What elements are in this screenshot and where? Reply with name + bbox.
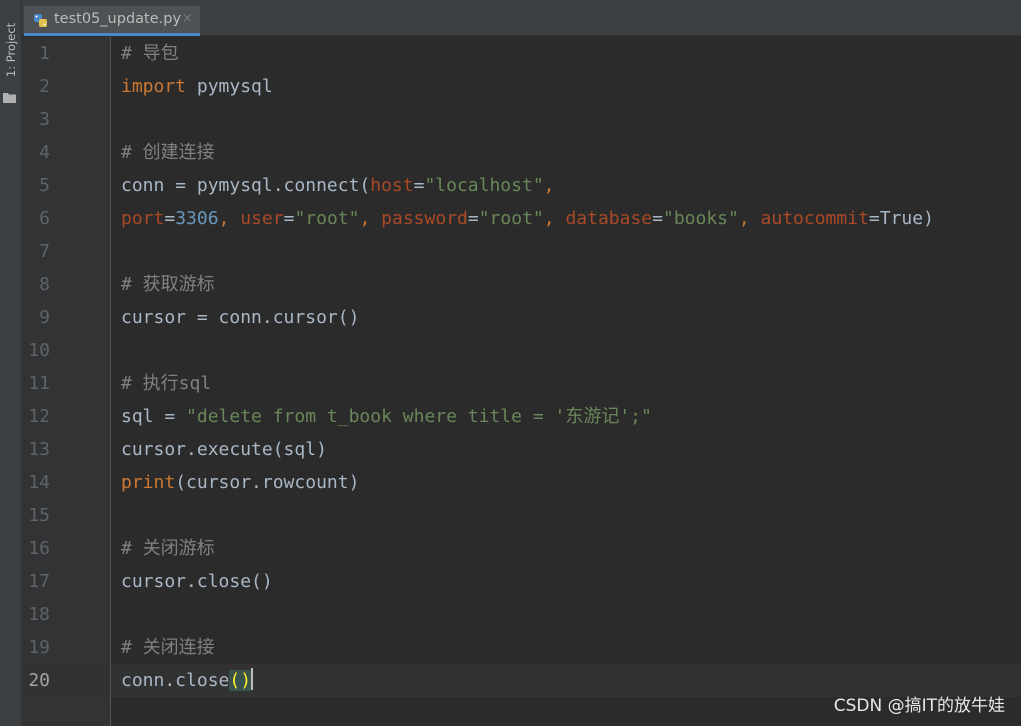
code-line-5[interactable]: conn = pymysql.connect(host="localhost",: [111, 169, 1021, 202]
operator: =: [283, 208, 295, 229]
code-text: conn = pymysql.connect(: [121, 175, 371, 196]
project-tool-window-button[interactable]: 1: Project: [0, 8, 21, 103]
code-line-1[interactable]: # 导包: [111, 37, 1021, 70]
number-port: 3306: [175, 208, 219, 229]
close-paren: ): [923, 208, 934, 229]
operator: =: [868, 208, 880, 229]
code-line-11[interactable]: # 执行sql: [111, 367, 1021, 400]
param-port: port: [121, 208, 165, 229]
folder-icon: [3, 93, 16, 103]
line-number: 10: [28, 340, 50, 361]
value-true: True: [879, 208, 924, 229]
builtin-print: print: [121, 472, 176, 493]
keyword-import: import: [121, 76, 187, 97]
line-number: 15: [28, 505, 50, 526]
code-line-14[interactable]: print(cursor.rowcount): [111, 466, 1021, 499]
line-number: 8: [39, 274, 50, 295]
matched-parens: (): [229, 670, 252, 691]
param-autocommit: autocommit: [760, 208, 869, 229]
line-number: 14: [28, 472, 50, 493]
code-line-4[interactable]: # 创建连接: [111, 136, 1021, 169]
line-number: 11: [28, 373, 50, 394]
code-line-2[interactable]: import pymysql: [111, 70, 1021, 103]
tab-title: test05_update.py: [54, 11, 182, 27]
editor-tab-bar: test05_update.py ×: [22, 0, 1021, 36]
line-number: 7: [39, 241, 50, 262]
line-number: 3: [39, 109, 50, 130]
code-text: cursor.execute(sql): [121, 439, 327, 460]
string-database: "books": [662, 208, 739, 229]
code-line-13[interactable]: cursor.execute(sql): [111, 433, 1021, 466]
code-line-3[interactable]: [111, 103, 1021, 136]
line-number: 2: [39, 76, 50, 97]
code-line-6[interactable]: port=3306, user="root", password="root",…: [111, 202, 1021, 235]
code-line-17[interactable]: cursor.close(): [111, 565, 1021, 598]
code-text: (cursor.rowcount): [175, 472, 360, 493]
code-editor[interactable]: # 导包 import pymysql # 创建连接 conn = pymysq…: [111, 37, 1021, 726]
code-text: conn.close: [121, 670, 230, 691]
close-tab-icon[interactable]: ×: [182, 11, 193, 26]
comment: # 执行sql: [121, 373, 212, 394]
comma: ,: [359, 208, 382, 229]
python-file-icon: [34, 14, 47, 27]
param-database: database: [565, 208, 653, 229]
watermark: CSDN @搞IT的放牛娃: [833, 696, 1005, 716]
tab-test05-update[interactable]: test05_update.py ×: [24, 6, 200, 36]
code-line-18[interactable]: [111, 598, 1021, 631]
line-number: 5: [39, 175, 50, 196]
code-line-15[interactable]: [111, 499, 1021, 532]
line-number: 9: [39, 307, 50, 328]
code-text: cursor = conn.cursor(): [121, 307, 360, 328]
comment: # 关闭连接: [121, 637, 215, 658]
line-number: 17: [28, 571, 50, 592]
string-sql: "delete from t_book where title = '东游记';…: [186, 406, 652, 427]
comma: ,: [543, 175, 555, 196]
comment: # 关闭游标: [121, 538, 215, 559]
comment: # 获取游标: [121, 274, 215, 295]
code-text: sql =: [121, 406, 187, 427]
line-number: 18: [28, 604, 50, 625]
line-number: 19: [28, 637, 50, 658]
code-line-7[interactable]: [111, 235, 1021, 268]
string-password: "root": [478, 208, 544, 229]
text-caret: [251, 668, 254, 690]
comma: ,: [738, 208, 761, 229]
operator: =: [413, 175, 425, 196]
comma: ,: [218, 208, 241, 229]
operator: =: [164, 208, 176, 229]
line-number: 4: [39, 142, 50, 163]
string-localhost: "localhost": [424, 175, 544, 196]
operator: =: [467, 208, 479, 229]
string-user: "root": [294, 208, 360, 229]
line-number: 1: [39, 43, 50, 64]
param-password: password: [381, 208, 468, 229]
param-host: host: [370, 175, 414, 196]
line-number: 13: [28, 439, 50, 460]
code-line-10[interactable]: [111, 334, 1021, 367]
module-name: pymysql: [186, 76, 273, 97]
tool-window-strip: 1: Project: [0, 0, 22, 726]
code-line-9[interactable]: cursor = conn.cursor(): [111, 301, 1021, 334]
operator: =: [652, 208, 663, 229]
line-number: 12: [28, 406, 50, 427]
code-line-12[interactable]: sql = "delete from t_book where title = …: [111, 400, 1021, 433]
line-number: 6: [39, 208, 50, 229]
code-text: cursor.close(): [121, 571, 273, 592]
code-line-19[interactable]: # 关闭连接: [111, 631, 1021, 664]
comment: # 创建连接: [121, 142, 215, 163]
comma: ,: [543, 208, 566, 229]
line-number: 16: [28, 538, 50, 559]
line-number-gutter: 1 2 3 4 5 6 7 8 9 10 11 12 13 14 15 16 1…: [22, 37, 111, 726]
param-user: user: [240, 208, 284, 229]
project-tool-label: 1: Project: [4, 22, 18, 78]
code-line-16[interactable]: # 关闭游标: [111, 532, 1021, 565]
line-number-current: 20: [28, 670, 50, 691]
comment: # 导包: [121, 43, 179, 64]
code-line-8[interactable]: # 获取游标: [111, 268, 1021, 301]
